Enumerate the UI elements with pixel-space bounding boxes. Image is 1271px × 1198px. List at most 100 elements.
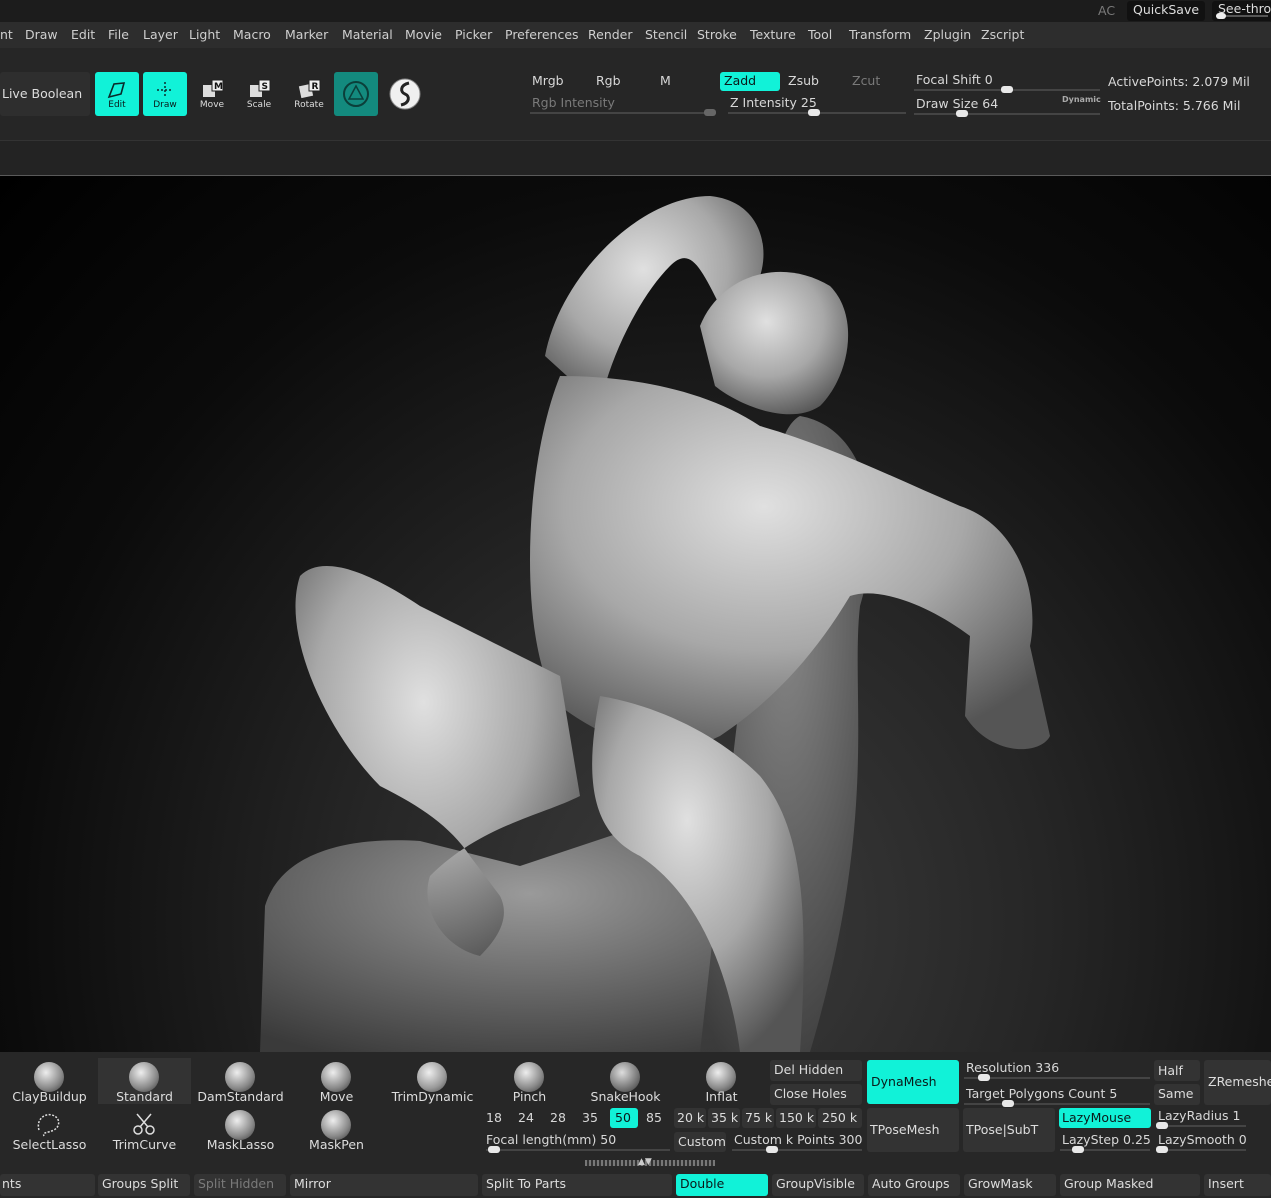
see-through-slider[interactable] bbox=[1216, 13, 1268, 19]
quicksave-button[interactable]: QuickSave bbox=[1127, 1, 1205, 21]
brush-masklasso[interactable]: MaskLasso bbox=[194, 1106, 287, 1152]
brush-selectlasso[interactable]: SelectLasso bbox=[3, 1106, 96, 1152]
del-hidden-button[interactable]: Del Hidden bbox=[770, 1060, 862, 1081]
focal-24-button[interactable]: 24 bbox=[518, 1110, 534, 1125]
menu-item-material[interactable]: Material bbox=[342, 27, 393, 42]
focal-shift-knob[interactable] bbox=[1001, 86, 1013, 93]
brush-claybuildup[interactable]: ClayBuildup bbox=[3, 1058, 96, 1104]
menu-item-marker[interactable]: Marker bbox=[285, 27, 328, 42]
tposemesh-button[interactable]: TPoseMesh bbox=[867, 1108, 959, 1152]
menu-item-stencil[interactable]: Stencil bbox=[645, 27, 687, 42]
focal-35-button[interactable]: 35 bbox=[582, 1110, 598, 1125]
custom-k-points-knob[interactable] bbox=[766, 1146, 778, 1153]
draw-size-slider[interactable] bbox=[914, 110, 1100, 117]
z-intensity-knob[interactable] bbox=[808, 109, 820, 116]
menu-item-preferences[interactable]: Preferences bbox=[505, 27, 579, 42]
brush-pinch[interactable]: Pinch bbox=[483, 1058, 576, 1104]
lazystep-knob[interactable] bbox=[1072, 1146, 1084, 1153]
canvas-viewport[interactable] bbox=[0, 175, 1271, 1052]
k-35-button[interactable]: 35 k bbox=[708, 1108, 740, 1128]
zsub-button[interactable]: Zsub bbox=[788, 73, 819, 88]
live-boolean-button[interactable]: Live Boolean bbox=[0, 72, 90, 116]
focal-18-button[interactable]: 18 bbox=[486, 1110, 502, 1125]
polygroup-points-button[interactable]: nts bbox=[0, 1174, 95, 1196]
menu-item-file[interactable]: File bbox=[108, 27, 129, 42]
menu-item-stroke[interactable]: Stroke bbox=[697, 27, 737, 42]
group-visible-button[interactable]: GroupVisible bbox=[772, 1174, 864, 1196]
menu-item-transform[interactable]: Transform bbox=[849, 27, 911, 42]
tpose-subt-button[interactable]: TPose|SubT bbox=[963, 1108, 1055, 1152]
menu-item-picker[interactable]: Picker bbox=[455, 27, 492, 42]
brush-standard[interactable]: Standard bbox=[98, 1058, 191, 1104]
focal-85-button[interactable]: 85 bbox=[646, 1110, 662, 1125]
k-75-button[interactable]: 75 k bbox=[742, 1108, 774, 1128]
m-button[interactable]: M bbox=[660, 73, 671, 88]
group-masked-button[interactable]: Group Masked bbox=[1060, 1174, 1200, 1196]
focal-28-button[interactable]: 28 bbox=[550, 1110, 566, 1125]
menu-item-draw[interactable]: Draw bbox=[25, 27, 58, 42]
material-button[interactable] bbox=[334, 72, 378, 116]
mrgb-button[interactable]: Mrgb bbox=[532, 73, 564, 88]
menu-item-texture[interactable]: Texture bbox=[750, 27, 796, 42]
menu-item-zplugin[interactable]: Zplugin bbox=[924, 27, 971, 42]
menu-item-light[interactable]: Light bbox=[189, 27, 220, 42]
collapse-arrows-icon[interactable]: ▲▼ bbox=[638, 1157, 652, 1167]
split-to-parts-button[interactable]: Split To Parts bbox=[482, 1174, 672, 1196]
auto-groups-button[interactable]: Auto Groups bbox=[868, 1174, 960, 1196]
rgb-button[interactable]: Rgb bbox=[596, 73, 621, 88]
zadd-button[interactable]: Zadd bbox=[720, 72, 780, 91]
zremesher-button[interactable]: ZRemesher bbox=[1204, 1060, 1271, 1105]
brush-maskpen[interactable]: MaskPen bbox=[290, 1106, 383, 1152]
brush-move[interactable]: Move bbox=[290, 1058, 383, 1104]
lazystep-slider[interactable] bbox=[1060, 1146, 1150, 1153]
k-150-button[interactable]: 150 k bbox=[776, 1108, 816, 1128]
half-button[interactable]: Half bbox=[1154, 1060, 1200, 1081]
lazyradius-slider[interactable] bbox=[1156, 1122, 1246, 1129]
menu-item-zscript[interactable]: Zscript bbox=[981, 27, 1024, 42]
groups-split-button[interactable]: Groups Split bbox=[98, 1174, 190, 1196]
see-through-button[interactable]: See-throu bbox=[1212, 1, 1271, 21]
insert-button[interactable]: Insert bbox=[1204, 1174, 1271, 1196]
k-20-button[interactable]: 20 k bbox=[674, 1108, 706, 1128]
lazyradius-knob[interactable] bbox=[1156, 1122, 1168, 1129]
menu-item-movie[interactable]: Movie bbox=[405, 27, 442, 42]
draw-tool-button[interactable]: Draw bbox=[143, 72, 187, 116]
stroke-type-button[interactable] bbox=[383, 72, 427, 116]
rgb-intensity-knob[interactable] bbox=[704, 109, 716, 116]
menu-item-macro[interactable]: Macro bbox=[233, 27, 271, 42]
draw-size-knob[interactable] bbox=[956, 110, 968, 117]
menu-item-layer[interactable]: Layer bbox=[143, 27, 178, 42]
k-250-button[interactable]: 250 k bbox=[818, 1108, 862, 1128]
lazysmooth-slider[interactable] bbox=[1156, 1146, 1246, 1153]
close-holes-button[interactable]: Close Holes bbox=[770, 1084, 862, 1105]
brush-trimcurve[interactable]: TrimCurve bbox=[98, 1106, 191, 1152]
lazysmooth-knob[interactable] bbox=[1156, 1146, 1168, 1153]
menu-item-render[interactable]: Render bbox=[588, 27, 633, 42]
dynamesh-button[interactable]: DynaMesh bbox=[867, 1060, 959, 1104]
focal-length-slider[interactable] bbox=[486, 1146, 670, 1153]
rgb-intensity-slider[interactable] bbox=[530, 109, 716, 116]
brush-snakehook[interactable]: SnakeHook bbox=[579, 1058, 672, 1104]
see-through-knob[interactable] bbox=[1216, 13, 1226, 19]
z-intensity-slider[interactable] bbox=[728, 109, 906, 116]
sculpt-model[interactable] bbox=[0, 176, 1271, 1052]
zcut-button[interactable]: Zcut bbox=[852, 73, 880, 88]
lazymouse-button[interactable]: LazyMouse bbox=[1059, 1108, 1151, 1128]
split-hidden-button[interactable]: Split Hidden bbox=[194, 1174, 286, 1196]
dynamic-toggle[interactable]: Dynamic bbox=[1062, 95, 1101, 104]
menu-item-tool[interactable]: Tool bbox=[808, 27, 832, 42]
custom-button[interactable]: Custom bbox=[674, 1132, 726, 1152]
move-tool-button[interactable]: M Move bbox=[190, 72, 234, 116]
scale-tool-button[interactable]: S Scale bbox=[237, 72, 281, 116]
menu-item-edit[interactable]: Edit bbox=[71, 27, 95, 42]
menu-item-alpha[interactable]: nt bbox=[0, 27, 13, 42]
brush-damstandard[interactable]: DamStandard bbox=[194, 1058, 287, 1104]
grow-mask-button[interactable]: GrowMask bbox=[964, 1174, 1056, 1196]
focal-shift-slider[interactable] bbox=[914, 86, 1100, 93]
double-button[interactable]: Double bbox=[676, 1174, 768, 1196]
mirror-button[interactable]: Mirror bbox=[290, 1174, 478, 1196]
custom-k-points-slider[interactable] bbox=[732, 1146, 862, 1153]
resolution-knob[interactable] bbox=[978, 1074, 990, 1081]
edit-tool-button[interactable]: Edit bbox=[95, 72, 139, 116]
target-polygons-knob[interactable] bbox=[1002, 1100, 1014, 1107]
